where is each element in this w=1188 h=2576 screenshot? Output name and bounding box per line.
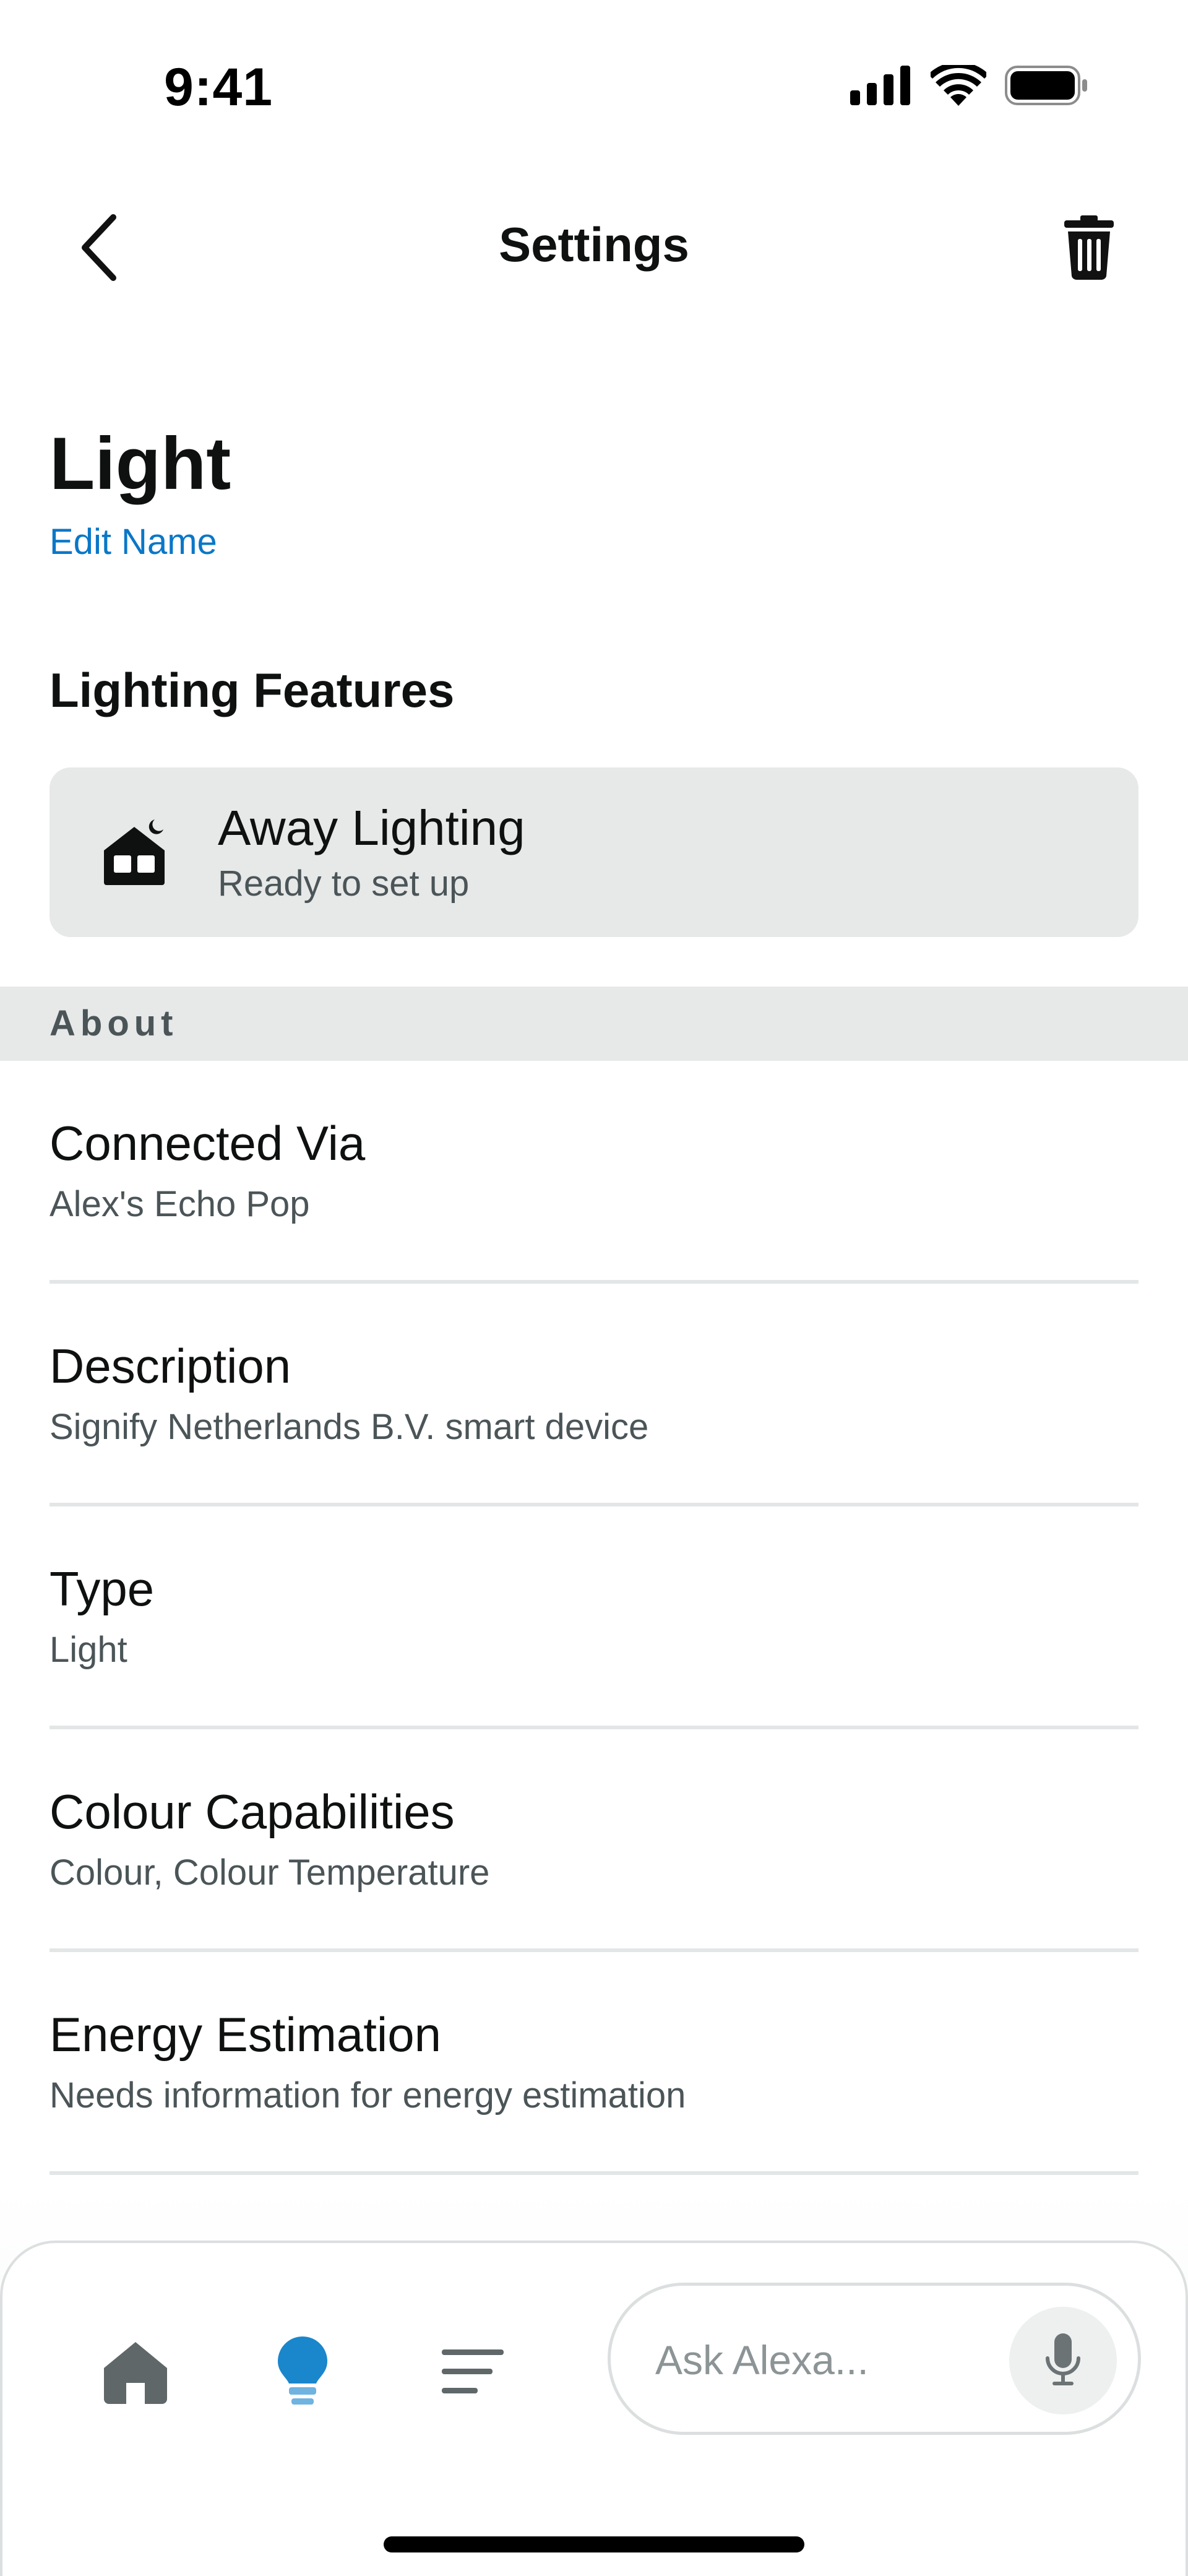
status-icons — [850, 65, 1089, 106]
nav-bar: Settings — [0, 186, 1188, 309]
away-lighting-card[interactable]: Away Lighting Ready to set up — [50, 767, 1138, 937]
bottom-tab-bar: Ask Alexa... — [0, 2241, 1188, 2576]
battery-icon — [1005, 66, 1087, 105]
row-value: Signify Netherlands B.V. smart device — [50, 1407, 649, 1447]
delete-button[interactable] — [1052, 210, 1126, 285]
divider — [50, 2171, 1138, 2175]
ask-alexa-placeholder: Ask Alexa... — [655, 2337, 869, 2383]
microphone-button[interactable] — [1009, 2307, 1117, 2414]
row-title: Connected Via — [50, 1116, 366, 1170]
status-bar: 9:41 — [0, 0, 1188, 173]
microphone-icon — [1046, 2333, 1080, 2385]
row-value: Alex's Echo Pop — [50, 1184, 310, 1224]
row-value: Colour, Colour Temperature — [50, 1852, 490, 1893]
tab-devices[interactable] — [253, 2322, 352, 2421]
row-value: Needs information for energy estimation — [50, 2075, 686, 2116]
about-label: About — [50, 1003, 178, 1044]
info-row-description[interactable]: Description Signify Netherlands B.V. sma… — [50, 1284, 1138, 1506]
tab-home[interactable] — [86, 2322, 185, 2421]
row-title: Description — [50, 1339, 291, 1393]
home-icon — [104, 2342, 167, 2404]
page-title: Settings — [499, 217, 689, 272]
trash-icon — [1064, 215, 1114, 280]
row-title: Type — [50, 1562, 155, 1616]
info-row-energy-estimation[interactable]: Energy Estimation Needs information for … — [50, 1952, 1138, 2175]
house-moon-icon — [104, 819, 165, 885]
tab-more[interactable] — [423, 2322, 522, 2421]
feature-title: Away Lighting — [218, 800, 525, 855]
home-indicator — [384, 2536, 804, 2552]
cellular-signal-icon — [850, 66, 910, 105]
lightbulb-icon — [278, 2336, 327, 2405]
ask-alexa-input[interactable]: Ask Alexa... — [608, 2283, 1141, 2435]
info-row-colour-capabilities[interactable]: Colour Capabilities Colour, Colour Tempe… — [50, 1729, 1138, 1952]
status-time: 9:41 — [164, 58, 273, 117]
feature-subtitle: Ready to set up — [218, 863, 470, 904]
row-value: Light — [50, 1630, 127, 1670]
wifi-icon — [931, 65, 986, 106]
row-title: Energy Estimation — [50, 2007, 441, 2062]
lighting-features-heading: Lighting Features — [50, 663, 455, 717]
device-name: Light — [50, 422, 231, 505]
info-row-type[interactable]: Type Light — [50, 1506, 1138, 1729]
about-section-header: About — [0, 987, 1188, 1061]
edit-name-link[interactable]: Edit Name — [50, 521, 217, 563]
info-row-connected-via[interactable]: Connected Via Alex's Echo Pop — [50, 1061, 1138, 1284]
menu-lines-icon — [442, 2349, 504, 2393]
row-title: Colour Capabilities — [50, 1784, 455, 1839]
